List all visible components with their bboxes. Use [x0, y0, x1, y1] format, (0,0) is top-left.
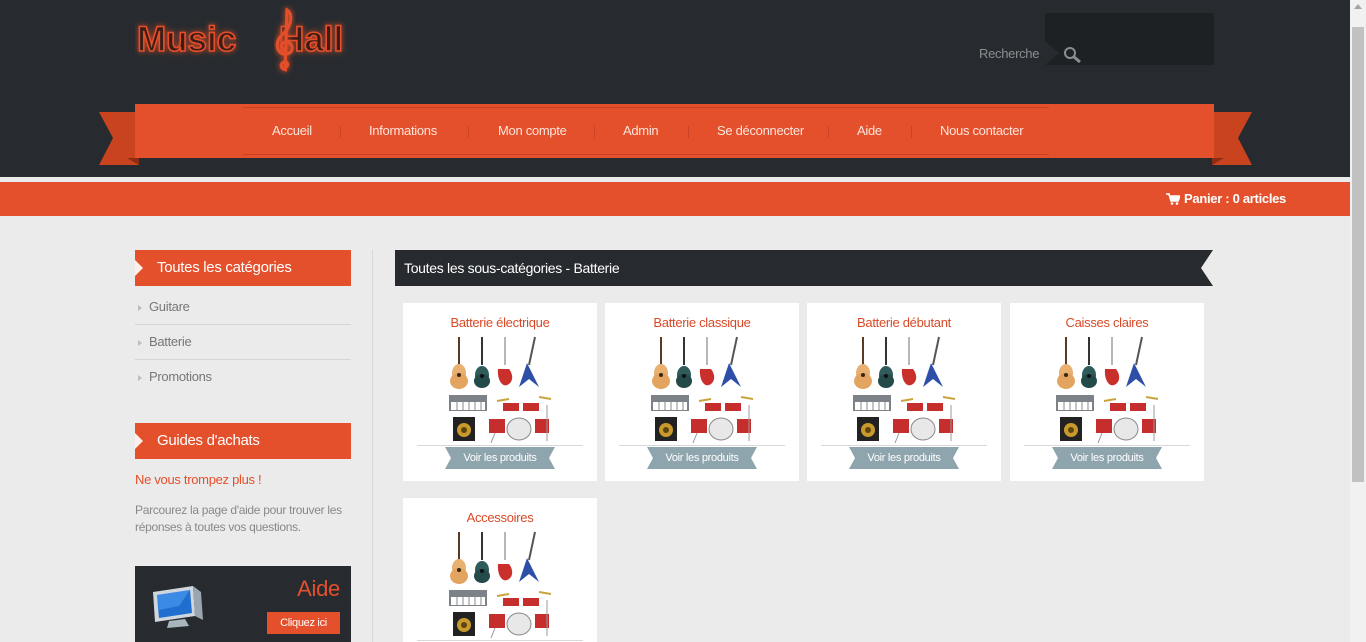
main-navigation: Accueil Informations Mon compte Admin Se…	[135, 104, 1214, 158]
ribbon-left-decoration	[99, 112, 139, 165]
music-hall-logo[interactable]: Music Hall	[135, 4, 378, 78]
column-divider	[372, 250, 373, 642]
categories-title: Toutes les catégories	[135, 250, 351, 286]
help-promo-box: Aide Cliquez ici	[135, 566, 351, 642]
computer-monitor-icon	[153, 586, 203, 628]
nav-item-aide[interactable]: Aide	[857, 104, 882, 158]
cart-bar: Panier : 0 articles	[0, 182, 1350, 216]
subcategory-card: Batterie électrique Voir les produits	[403, 303, 597, 481]
search-icon[interactable]	[1062, 46, 1082, 64]
instruments-image[interactable]	[1054, 335, 1160, 443]
subcategory-card: Accessoires	[403, 498, 597, 642]
search-label: Recherche	[979, 46, 1040, 61]
card-title-link[interactable]: Batterie débutant	[807, 315, 1001, 330]
vertical-scrollbar[interactable]	[1350, 0, 1366, 642]
sidebar-item-promotions[interactable]: Promotions	[135, 360, 351, 395]
help-title: Aide	[297, 576, 340, 601]
guide-description: Parcourez la page d'aide pour trouver le…	[135, 503, 342, 534]
subcategory-card: Batterie classique Voir les produits	[605, 303, 799, 481]
subcategory-card: Caisses claires Voir les produits	[1010, 303, 1204, 481]
cart-label: Panier : 0 articles	[1184, 191, 1286, 206]
subcategory-card: Batterie débutant Voir les produits	[807, 303, 1001, 481]
card-title-link[interactable]: Batterie électrique	[403, 315, 597, 330]
sidebar-item-batterie[interactable]: Batterie	[135, 325, 351, 360]
svg-text:Music: Music	[137, 20, 236, 59]
nav-item-nous-contacter[interactable]: Nous contacter	[940, 104, 1024, 158]
card-title-link[interactable]: Batterie classique	[605, 315, 799, 330]
sidebar-item-guitare[interactable]: Guitare	[135, 290, 351, 325]
nav-item-accueil[interactable]: Accueil	[272, 104, 312, 158]
instruments-image[interactable]	[447, 335, 553, 443]
nav-item-admin[interactable]: Admin	[623, 104, 659, 158]
page-title: Toutes les sous-catégories - Batterie	[395, 250, 1213, 286]
scrollbar-thumb[interactable]	[1352, 27, 1364, 482]
nav-item-mon-compte[interactable]: Mon compte	[498, 104, 567, 158]
view-products-button[interactable]: Voir les produits	[1052, 447, 1162, 469]
help-click-button[interactable]: Cliquez ici	[267, 612, 340, 634]
instruments-image[interactable]	[649, 335, 755, 443]
cart-link[interactable]: Panier : 0 articles	[1166, 191, 1286, 206]
bullet-arrow-icon	[138, 375, 142, 381]
bullet-arrow-icon	[138, 305, 142, 311]
cart-icon	[1166, 192, 1181, 205]
view-products-button[interactable]: Voir les produits	[849, 447, 959, 469]
ribbon-right-decoration	[1212, 112, 1252, 165]
nav-item-se-deconnecter[interactable]: Se déconnecter	[717, 104, 804, 158]
scroll-up-arrow-icon[interactable]	[1354, 4, 1362, 9]
nav-item-informations[interactable]: Informations	[369, 104, 437, 158]
card-title-link[interactable]: Accessoires	[403, 510, 597, 525]
view-products-button[interactable]: Voir les produits	[647, 447, 757, 469]
view-products-button[interactable]: Voir les produits	[445, 447, 555, 469]
guide-headline-link[interactable]: Ne vous trompez plus !	[135, 472, 262, 487]
instruments-image[interactable]	[447, 530, 553, 638]
card-title-link[interactable]: Caisses claires	[1010, 315, 1204, 330]
bullet-arrow-icon	[138, 340, 142, 346]
guides-title: Guides d'achats	[135, 423, 351, 459]
instruments-image[interactable]	[851, 335, 957, 443]
